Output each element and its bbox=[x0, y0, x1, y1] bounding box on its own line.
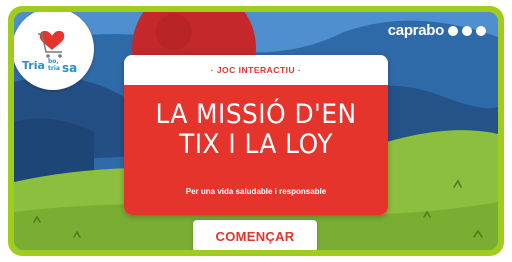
title-banner: LA MISSIÓ D'EN TIX I LA LOY Per una vida… bbox=[124, 85, 388, 215]
tria-logo[interactable]: Tria bo, tria sa bbox=[14, 12, 94, 90]
game-title-line-1: LA MISSIÓ D'EN bbox=[155, 99, 357, 130]
brand-name: caprabo bbox=[387, 22, 445, 39]
brand-dot-1 bbox=[448, 25, 458, 36]
logo-word-tria-small: tria bbox=[48, 65, 60, 72]
caprabo-logo: caprabo bbox=[388, 22, 486, 39]
game-screen: Tria bo, tria sa caprabo · JOC INTERACTI… bbox=[14, 12, 498, 250]
brand-dot-3 bbox=[476, 25, 486, 36]
game-title-line-2: TIX I LA LOY bbox=[179, 129, 333, 160]
title-panel: · JOC INTERACTIU · LA MISSIÓ D'EN TIX I … bbox=[124, 55, 388, 215]
logo-word-tria: Tria bbox=[22, 59, 45, 72]
game-subtitle: Per una vida saludable i responsable bbox=[185, 187, 327, 196]
logo-word-sa: sa bbox=[62, 61, 78, 75]
game-frame: Tria bo, tria sa caprabo · JOC INTERACTI… bbox=[8, 6, 504, 256]
cart-heart-icon bbox=[38, 30, 65, 58]
planet-crater bbox=[156, 14, 192, 50]
start-button[interactable]: COMENÇAR bbox=[193, 220, 317, 250]
panel-kicker: · JOC INTERACTIU · bbox=[210, 65, 302, 75]
brand-dot-2 bbox=[462, 25, 472, 36]
